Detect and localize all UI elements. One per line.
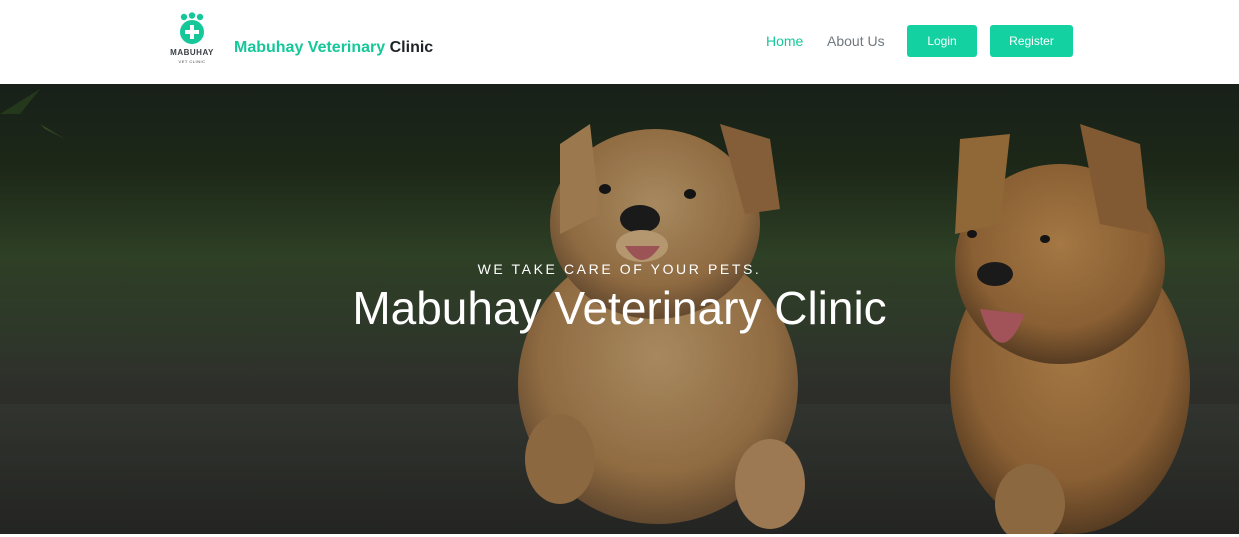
- hero-tagline: WE TAKE CARE OF YOUR PETS.: [477, 261, 762, 277]
- paw-cross-logo-icon: [180, 12, 204, 44]
- brand-name-secondary: Clinic: [389, 39, 434, 56]
- hero-banner: WE TAKE CARE OF YOUR PETS. Mabuhay Veter…: [0, 84, 1239, 537]
- brand-name-primary: Mabuhay Veterinary: [234, 39, 386, 56]
- nav-home-link[interactable]: Home: [766, 33, 803, 49]
- clinic-logo[interactable]: MABUHAY VET CLINIC: [162, 12, 222, 70]
- site-header: MABUHAY VET CLINIC Mabuhay Veterinary Cl…: [0, 0, 1239, 84]
- register-button[interactable]: Register: [990, 25, 1073, 57]
- brand-name[interactable]: Mabuhay Veterinary Clinic: [234, 39, 433, 57]
- logo-text: MABUHAY: [170, 48, 214, 57]
- login-button[interactable]: Login: [907, 25, 977, 57]
- logo-subtext: VET CLINIC: [178, 59, 206, 64]
- nav-about-link[interactable]: About Us: [827, 33, 885, 49]
- hero-title: Mabuhay Veterinary Clinic: [352, 282, 887, 334]
